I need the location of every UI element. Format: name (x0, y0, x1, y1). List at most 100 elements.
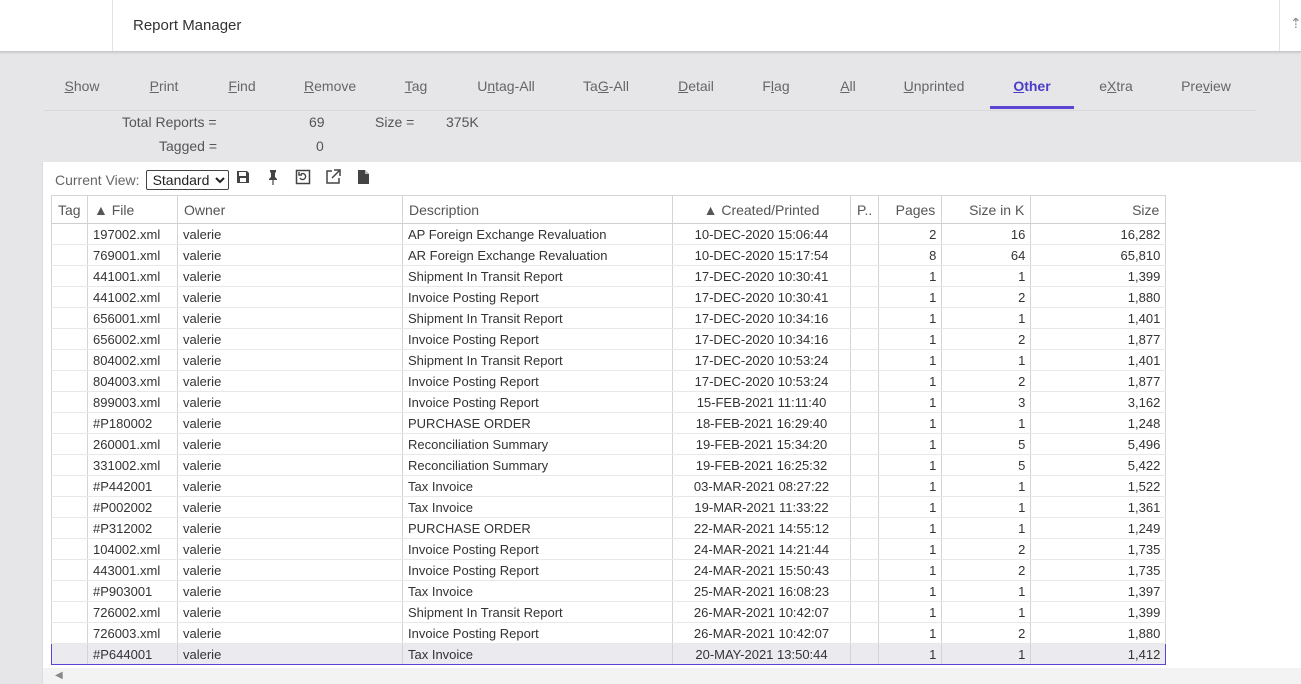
column-header-pages[interactable]: Pages (878, 195, 943, 224)
cell-tag[interactable] (51, 370, 88, 392)
table-row[interactable]: #P312002 valerie PURCHASE ORDER 22-MAR-2021… (51, 517, 1167, 539)
table-row[interactable]: 656001.xml valerie Shipment In Transit Rep… (51, 307, 1167, 329)
save-icon[interactable] (235, 169, 251, 185)
table-row[interactable]: #P442001 valerie Tax Invoice 03-MAR-2021 08… (51, 475, 1167, 497)
tab-untag-all[interactable]: Untag-All (477, 68, 535, 108)
table-row[interactable]: 104002.xml valerie Invoice Posting Report 2… (51, 538, 1167, 560)
column-header-file[interactable]: ▲ File (87, 195, 178, 224)
cell-tag[interactable] (51, 622, 88, 644)
table-row[interactable]: 804002.xml valerie Shipment In Transit Rep… (51, 349, 1167, 371)
table-row[interactable]: 804003.xml valerie Invoice Posting Report 1… (51, 370, 1167, 392)
restore-icon[interactable] (295, 169, 311, 185)
column-header-owner[interactable]: Owner (177, 195, 403, 224)
cell-size: 1,399 (1030, 265, 1167, 287)
cell-tag[interactable] (51, 538, 88, 560)
cell-printed (849, 538, 880, 560)
cell-tag[interactable] (51, 286, 88, 308)
table-row[interactable]: #P180002 valerie PURCHASE ORDER 18-FEB-2021… (51, 412, 1167, 434)
cell-created-printed: 17-DEC-2020 10:34:16 (672, 307, 851, 329)
cell-owner: valerie (177, 244, 403, 266)
scroll-left-icon[interactable]: ◀ (55, 670, 63, 681)
cell-tag[interactable] (51, 412, 88, 434)
column-header-description[interactable]: Description (402, 195, 673, 224)
table-row[interactable]: 197002.xml valerie AP Foreign Exchange Rev… (51, 223, 1167, 245)
cell-tag[interactable] (51, 265, 88, 287)
tab-detail[interactable]: Detail (677, 68, 715, 108)
export-icon[interactable] (325, 169, 341, 185)
cell-description: AR Foreign Exchange Revaluation (402, 244, 673, 266)
column-header-created-printed[interactable]: ▲ Created/Printed (672, 195, 851, 224)
cell-owner: valerie (177, 370, 403, 392)
tab-label-part: D (678, 78, 689, 94)
total-reports-label: Total Reports = (122, 114, 217, 130)
column-header-printed[interactable]: P.. (849, 195, 880, 224)
table-row[interactable]: 656002.xml valerie Invoice Posting Report 1… (51, 328, 1167, 350)
cell-size-in-k: 16 (941, 223, 1032, 245)
table-row[interactable]: 726003.xml valerie Invoice Posting Report 2… (51, 622, 1167, 644)
tab-label-part: n (487, 78, 496, 94)
title-divider-right (1279, 0, 1280, 51)
cell-tag[interactable] (51, 307, 88, 329)
cell-pages: 1 (878, 307, 943, 329)
cell-description: Tax Invoice (402, 580, 673, 602)
cell-tag[interactable] (51, 601, 88, 623)
pin-icon[interactable] (265, 169, 281, 185)
table-row[interactable]: 769001.xml valerie AR Foreign Exchange Rev… (51, 244, 1167, 266)
table-row[interactable]: 331002.xml valerie Reconciliation Summary 1… (51, 454, 1167, 476)
cell-tag[interactable] (51, 517, 88, 539)
tab-all[interactable]: All (839, 68, 857, 108)
cell-size: 1,399 (1030, 601, 1167, 623)
cell-created-printed: 22-MAR-2021 14:55:12 (672, 517, 851, 539)
cell-size-in-k: 1 (941, 580, 1032, 602)
size-label: Size = (375, 114, 415, 130)
table-row[interactable]: #P002002 valerie Tax Invoice 19-MAR-2021 11… (51, 496, 1167, 518)
cell-tag[interactable] (51, 559, 88, 581)
cell-printed (849, 244, 880, 266)
cell-tag[interactable] (51, 643, 88, 665)
cell-created-printed: 26-MAR-2021 10:42:07 (672, 622, 851, 644)
cell-created-printed: 10-DEC-2020 15:06:44 (672, 223, 851, 245)
table-row[interactable]: #P903001 valerie Tax Invoice 25-MAR-2021 16… (51, 580, 1167, 602)
tab-print[interactable]: Print (148, 68, 180, 108)
cell-size: 1,397 (1030, 580, 1167, 602)
table-row[interactable]: 441001.xml valerie Shipment In Transit Rep… (51, 265, 1167, 287)
cell-tag[interactable] (51, 349, 88, 371)
tab-label-part: Ta (583, 78, 598, 94)
table-row[interactable]: 260001.xml valerie Reconciliation Summary 1… (51, 433, 1167, 455)
tab-flag[interactable]: Flag (762, 68, 790, 108)
cell-tag[interactable] (51, 580, 88, 602)
table-row[interactable]: 441002.xml valerie Invoice Posting Report 1… (51, 286, 1167, 308)
table-row[interactable]: 726002.xml valerie Shipment In Transit Rep… (51, 601, 1167, 623)
view-select[interactable]: Standard (145, 170, 229, 190)
sort-up-icon[interactable]: ⇡ (1290, 15, 1301, 32)
tab-preview[interactable]: Preview (1181, 68, 1231, 108)
cell-tag[interactable] (51, 223, 88, 245)
table-row[interactable]: #P644001 valerie Tax Invoice 20-MAY-2021 13… (51, 643, 1167, 665)
cell-size-in-k: 2 (941, 370, 1032, 392)
tab-tag[interactable]: Tag (404, 68, 428, 108)
cell-tag[interactable] (51, 328, 88, 350)
tab-find[interactable]: Find (228, 68, 256, 108)
cell-tag[interactable] (51, 433, 88, 455)
table-row[interactable]: 443001.xml valerie Invoice Posting Report 2… (51, 559, 1167, 581)
tab-unprinted[interactable]: Unprinted (903, 68, 965, 108)
column-header-size[interactable]: Size (1030, 195, 1167, 224)
column-header-size-in-k[interactable]: Size in K (941, 195, 1032, 224)
tab-extra[interactable]: eXtra (1098, 68, 1134, 108)
tab-tag-all[interactable]: TaG-All (583, 68, 629, 108)
column-header-tag[interactable]: Tag (51, 195, 88, 224)
document-icon[interactable] (355, 169, 371, 185)
tab-remove[interactable]: Remove (304, 68, 356, 108)
cell-tag[interactable] (51, 244, 88, 266)
cell-tag[interactable] (51, 391, 88, 413)
cell-tag[interactable] (51, 496, 88, 518)
cell-tag[interactable] (51, 475, 88, 497)
horizontal-scrollbar[interactable]: ◀ (43, 668, 1301, 684)
tab-other[interactable]: Other (990, 68, 1074, 109)
tab-show[interactable]: Show (64, 68, 100, 108)
tab-label-part: O (1013, 78, 1025, 94)
cell-description: Reconciliation Summary (402, 433, 673, 455)
cell-file: 331002.xml (87, 454, 178, 476)
cell-tag[interactable] (51, 454, 88, 476)
table-row[interactable]: 899003.xml valerie Invoice Posting Report 1… (51, 391, 1167, 413)
